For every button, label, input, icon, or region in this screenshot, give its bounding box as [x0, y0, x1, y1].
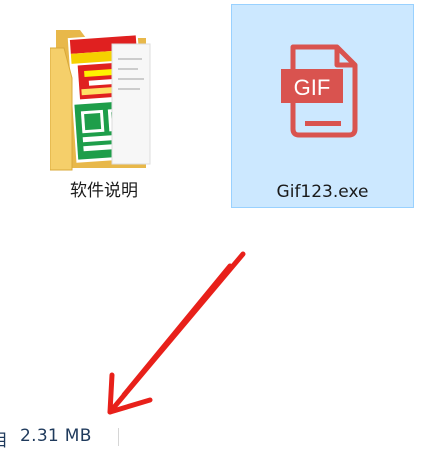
- file-name-label: 软件说明: [70, 181, 138, 201]
- gif-file-icon: GIF: [279, 41, 367, 141]
- file-item-folder[interactable]: 软件说明: [45, 8, 163, 208]
- gif-icon-text: GIF: [294, 75, 331, 100]
- status-selected-size: 2.31 MB: [20, 426, 92, 446]
- status-bar: 目 2.31 MB: [0, 422, 443, 452]
- file-name-label: Gif123.exe: [276, 182, 369, 202]
- file-item-gif123-exe[interactable]: GIF Gif123.exe: [231, 4, 414, 208]
- folder-icon: [49, 8, 158, 173]
- status-item-count-fragment: 目: [0, 426, 8, 451]
- status-divider: [118, 428, 119, 446]
